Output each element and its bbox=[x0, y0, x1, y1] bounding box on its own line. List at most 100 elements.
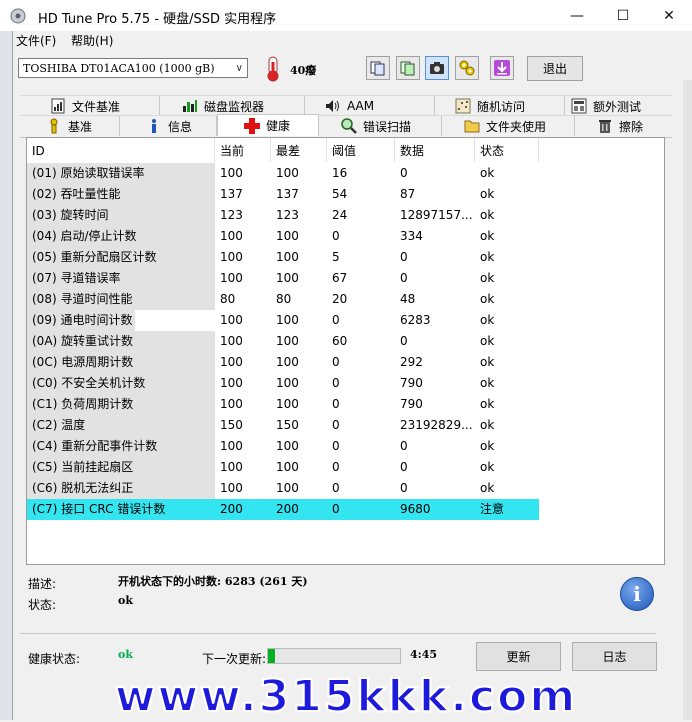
next-update-label: 下一次更新: bbox=[202, 652, 267, 666]
copy-button[interactable] bbox=[366, 56, 390, 80]
screenshot-button[interactable] bbox=[425, 56, 449, 80]
wrench-icon bbox=[459, 60, 475, 76]
close-button[interactable]: ✕ bbox=[646, 0, 692, 31]
cell-worst: 100 bbox=[276, 271, 299, 285]
cell-worst: 100 bbox=[276, 460, 299, 474]
cell-id: (01) 原始读取错误率 bbox=[27, 163, 215, 184]
column-header-current[interactable]: 当前 bbox=[215, 138, 271, 162]
tab-erase[interactable]: 擦除 bbox=[575, 116, 672, 136]
tab-error-scan[interactable]: 错误扫描 bbox=[319, 116, 442, 136]
cell-threshold: 0 bbox=[332, 460, 340, 474]
cell-current: 100 bbox=[220, 313, 243, 327]
tab-extra-tests[interactable]: 额外测试 bbox=[565, 96, 672, 116]
table-row[interactable]: (09) 通电时间计数 100 100 0 6283 ok bbox=[27, 310, 539, 331]
column-header-data[interactable]: 数据 bbox=[395, 138, 475, 162]
table-row[interactable]: (05) 重新分配扇区计数 100 100 5 0 ok bbox=[27, 247, 539, 268]
cell-status: ok bbox=[480, 250, 495, 264]
table-row[interactable]: (02) 吞吐量性能 137 137 54 87 ok bbox=[27, 184, 539, 205]
cell-status: ok bbox=[480, 166, 495, 180]
table-row[interactable]: (0C) 电源周期计数 100 100 0 292 ok bbox=[27, 352, 539, 373]
minimize-button[interactable]: — bbox=[554, 0, 600, 31]
cell-id: (02) 吞吐量性能 bbox=[27, 184, 215, 205]
menu-help[interactable]: 帮助(H) bbox=[71, 32, 113, 49]
health-status-value: ok bbox=[118, 648, 133, 661]
cell-threshold: 0 bbox=[332, 418, 340, 432]
progress-fill bbox=[268, 649, 275, 663]
table-row[interactable]: (08) 寻道时间性能 80 80 20 48 ok bbox=[27, 289, 539, 310]
cell-status: ok bbox=[480, 229, 495, 243]
tab-file-benchmark[interactable]: 文件基准 bbox=[20, 96, 160, 116]
cell-threshold: 0 bbox=[332, 376, 340, 390]
cell-worst: 100 bbox=[276, 334, 299, 348]
maximize-button[interactable]: ☐ bbox=[600, 0, 646, 31]
smart-table[interactable]: ID 当前 最差 阈值 数据 状态 (01) 原始读取错误率 100 100 16 0 o… bbox=[26, 137, 665, 565]
copy-all-button[interactable] bbox=[396, 56, 420, 80]
cell-worst: 200 bbox=[271, 499, 327, 520]
cell-status: ok bbox=[480, 460, 495, 474]
cell-threshold: 67 bbox=[332, 271, 348, 285]
column-header-id[interactable]: ID bbox=[27, 138, 215, 162]
cell-status: ok bbox=[480, 355, 495, 369]
table-row[interactable]: (C4) 重新分配事件计数 100 100 0 0 ok bbox=[27, 436, 539, 457]
tab-disk-monitor[interactable]: 磁盘监视器 bbox=[160, 96, 305, 116]
tab-aam[interactable]: AAM bbox=[305, 96, 435, 116]
speaker-icon bbox=[325, 98, 341, 114]
cell-status: ok bbox=[480, 481, 495, 495]
table-row[interactable]: (C7) 接口 CRC 错误计数 200 200 0 9680 注意 bbox=[27, 499, 539, 520]
cell-status: ok bbox=[480, 418, 495, 432]
table-row[interactable]: (C1) 负荷周期计数 100 100 0 790 ok bbox=[27, 394, 539, 415]
exit-button[interactable]: 退出 bbox=[527, 56, 583, 81]
column-header-status[interactable]: 状态 bbox=[475, 138, 539, 162]
refresh-button[interactable]: 更新 bbox=[476, 642, 561, 671]
table-row[interactable]: (07) 寻道错误率 100 100 67 0 ok bbox=[27, 268, 539, 289]
cell-threshold: 16 bbox=[332, 166, 348, 180]
table-row[interactable]: (03) 旋转时间 123 123 24 12897157... ok bbox=[27, 205, 539, 226]
tab-folder-usage[interactable]: 文件夹使用 bbox=[442, 116, 575, 136]
save-button[interactable] bbox=[490, 56, 514, 80]
title-bar[interactable]: HD Tune Pro 5.75 - 硬盘/SSD 实用程序 — ☐ ✕ bbox=[0, 0, 692, 31]
cell-worst: 100 bbox=[276, 229, 299, 243]
cell-worst: 100 bbox=[276, 376, 299, 390]
cell-data: 292 bbox=[400, 355, 423, 369]
tab-info[interactable]: 信息 bbox=[120, 116, 217, 136]
cell-current: 150 bbox=[220, 418, 243, 432]
table-row[interactable]: (C5) 当前挂起扇区 100 100 0 0 ok bbox=[27, 457, 539, 478]
cell-current: 100 bbox=[220, 397, 243, 411]
info-icon bbox=[146, 118, 162, 134]
table-row[interactable]: (C6) 脱机无法纠正 100 100 0 0 ok bbox=[27, 478, 539, 499]
cell-id: (04) 启动/停止计数 bbox=[27, 226, 215, 247]
tab-random-access[interactable]: 随机访问 bbox=[435, 96, 565, 116]
cell-worst: 137 bbox=[276, 187, 299, 201]
cell-id: (C4) 重新分配事件计数 bbox=[27, 436, 215, 457]
info-icon[interactable]: i bbox=[620, 577, 654, 611]
cell-id: (05) 重新分配扇区计数 bbox=[27, 247, 215, 268]
cell-current: 100 bbox=[220, 460, 243, 474]
cell-current: 100 bbox=[220, 481, 243, 495]
tab-health[interactable]: 健康 bbox=[217, 114, 319, 136]
cell-threshold: 54 bbox=[332, 187, 348, 201]
cell-data: 0 bbox=[400, 250, 408, 264]
cell-data: 0 bbox=[400, 271, 408, 285]
table-row[interactable]: (04) 启动/停止计数 100 100 0 334 ok bbox=[27, 226, 539, 247]
cell-worst: 100 bbox=[276, 481, 299, 495]
table-row[interactable]: (0A) 旋转重试计数 100 100 60 0 ok bbox=[27, 331, 539, 352]
description-label: 描述: bbox=[28, 577, 57, 591]
table-row[interactable]: (C2) 温度 150 150 0 23192829... ok bbox=[27, 415, 539, 436]
cell-threshold: 0 bbox=[332, 481, 340, 495]
download-arrow-icon bbox=[494, 60, 510, 76]
column-header-worst[interactable]: 最差 bbox=[271, 138, 327, 162]
table-row[interactable]: (01) 原始读取错误率 100 100 16 0 ok bbox=[27, 163, 539, 184]
cell-id: (03) 旋转时间 bbox=[27, 205, 215, 226]
background-window-edge-right bbox=[683, 80, 692, 720]
options-button[interactable] bbox=[455, 56, 479, 80]
drive-select[interactable]: TOSHIBA DT01ACA100 (1000 gB) ∨ bbox=[18, 58, 248, 78]
menu-file[interactable]: 文件(F) bbox=[16, 32, 56, 49]
table-row[interactable]: (C0) 不安全关机计数 100 100 0 790 ok bbox=[27, 373, 539, 394]
log-button[interactable]: 日志 bbox=[572, 642, 657, 671]
tab-benchmark[interactable]: 基准 bbox=[20, 116, 120, 136]
benchmark-icon bbox=[46, 118, 62, 134]
cell-status: ok bbox=[480, 187, 495, 201]
cell-id: (C1) 负荷周期计数 bbox=[27, 394, 215, 415]
cell-data: 790 bbox=[400, 376, 423, 390]
column-header-threshold[interactable]: 阈值 bbox=[327, 138, 395, 162]
